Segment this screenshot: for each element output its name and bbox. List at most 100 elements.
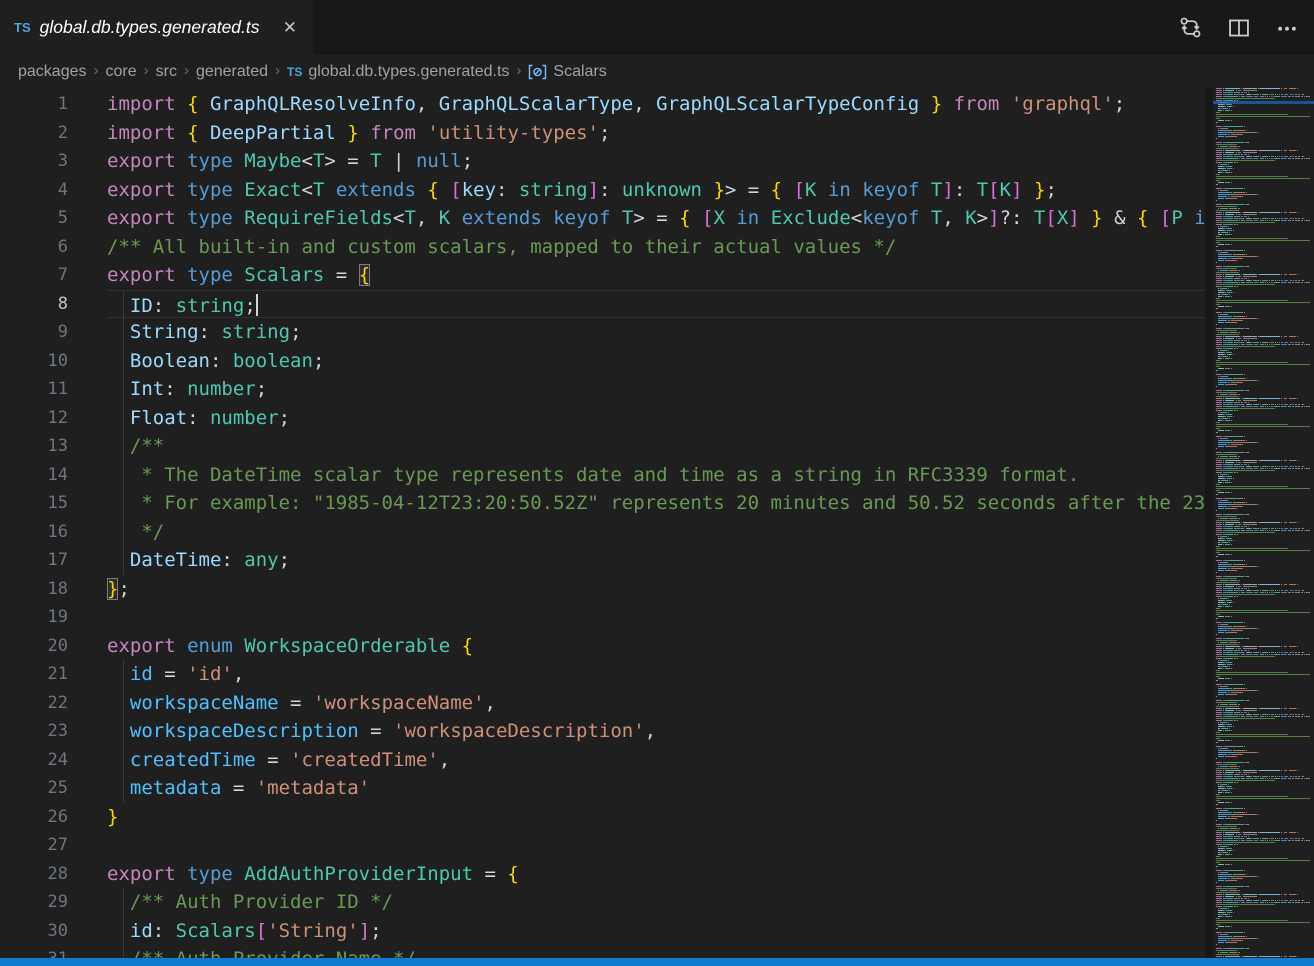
line-number[interactable]: 14 <box>0 461 68 490</box>
line-number[interactable]: 3 <box>0 147 68 176</box>
code-token <box>702 179 713 201</box>
code-token: type <box>187 150 244 172</box>
code-line[interactable] <box>107 603 1205 632</box>
code-line[interactable]: export type Exact<T extends { [key: stri… <box>107 176 1205 205</box>
code-line[interactable]: id = 'id', <box>107 660 1205 689</box>
line-number[interactable]: 2 <box>0 119 68 148</box>
scrollbar-track[interactable] <box>1205 88 1213 958</box>
line-number[interactable]: 7 <box>0 261 68 290</box>
minimap-line <box>1256 462 1257 463</box>
code-line[interactable]: Boolean: boolean; <box>107 347 1205 376</box>
code-line[interactable]: import { DeepPartial } from 'utility-typ… <box>107 119 1205 148</box>
code-line[interactable] <box>107 831 1205 860</box>
open-changes-icon[interactable] <box>1179 16 1202 39</box>
line-number[interactable]: 26 <box>0 803 68 832</box>
minimap-line <box>1228 694 1237 695</box>
code-token: ID <box>130 295 153 317</box>
line-number[interactable]: 9 <box>0 318 68 347</box>
minimap-line <box>1296 220 1299 221</box>
code-line[interactable]: import { GraphQLResolveInfo, GraphQLScal… <box>107 90 1205 119</box>
line-number[interactable]: 20 <box>0 632 68 661</box>
line-number[interactable]: 18 <box>0 575 68 604</box>
minimap[interactable] <box>1213 88 1314 958</box>
line-number[interactable]: 1 <box>0 90 68 119</box>
minimap-line <box>1296 282 1299 283</box>
minimap-line <box>1244 188 1245 189</box>
line-number[interactable]: 11 <box>0 375 68 404</box>
split-editor-icon[interactable] <box>1228 17 1250 39</box>
close-tab-icon[interactable]: ✕ <box>279 17 301 38</box>
line-number[interactable]: 19 <box>0 603 68 632</box>
code-token: K <box>439 207 450 229</box>
minimap-line <box>1228 446 1237 447</box>
tab-global-db-types[interactable]: TS global.db.types.generated.ts ✕ <box>0 0 313 55</box>
line-number[interactable]: 24 <box>0 746 68 775</box>
breadcrumb-item-scalars[interactable]: Scalars <box>528 63 606 81</box>
breadcrumb-label: Scalars <box>553 63 606 81</box>
line-number[interactable]: 22 <box>0 689 68 718</box>
code-line[interactable]: export type AddAuthProviderInput = { <box>107 860 1205 889</box>
line-number[interactable]: 6 <box>0 233 68 262</box>
code-line[interactable]: export type Maybe<T> = T | null; <box>107 147 1205 176</box>
code-line[interactable]: } <box>107 803 1205 832</box>
code-line[interactable]: * The DateTime scalar type represents da… <box>107 461 1205 490</box>
line-number[interactable]: 12 <box>0 404 68 433</box>
line-number[interactable]: 4 <box>0 176 68 205</box>
line-number[interactable]: 17 <box>0 546 68 575</box>
code-line[interactable]: export type Scalars = { <box>107 261 1205 290</box>
line-number[interactable]: 13 <box>0 432 68 461</box>
code-line[interactable]: id: Scalars['String']; <box>107 917 1205 946</box>
code-area[interactable]: import { GraphQLResolveInfo, GraphQLScal… <box>107 88 1205 966</box>
line-number[interactable]: 28 <box>0 860 68 889</box>
code-line[interactable]: /** All built-in and custom scalars, map… <box>107 233 1205 262</box>
code-line[interactable]: ID: string; <box>107 290 1205 319</box>
line-number[interactable]: 21 <box>0 660 68 689</box>
line-number[interactable]: 30 <box>0 917 68 946</box>
editor-gutter[interactable]: 1234567891011121314151617181920212223242… <box>0 88 90 966</box>
minimap-line <box>1216 860 1310 861</box>
line-number[interactable]: 16 <box>0 518 68 547</box>
code-line[interactable]: export enum WorkspaceOrderable { <box>107 632 1205 661</box>
code-line[interactable]: /** Auth Provider ID */ <box>107 888 1205 917</box>
breadcrumb-item-core[interactable]: core <box>106 63 137 81</box>
line-number[interactable]: 23 <box>0 717 68 746</box>
line-number[interactable]: 10 <box>0 347 68 376</box>
code-line[interactable]: /** <box>107 432 1205 461</box>
code-line[interactable]: * For example: "1985-04-12T23:20:50.52Z"… <box>107 489 1205 518</box>
line-number[interactable]: 15 <box>0 489 68 518</box>
code-token: from <box>954 93 1000 115</box>
code-line[interactable]: */ <box>107 518 1205 547</box>
code-line[interactable]: Float: number; <box>107 404 1205 433</box>
breadcrumb-item-generated[interactable]: generated <box>196 63 268 81</box>
line-number[interactable]: 8 <box>0 290 68 319</box>
minimap-line <box>1244 250 1245 251</box>
code-line[interactable]: workspaceDescription = 'workspaceDescrip… <box>107 717 1205 746</box>
breadcrumb-item-packages[interactable]: packages <box>18 63 87 81</box>
minimap-line <box>1228 570 1237 571</box>
code-token: number <box>210 407 279 429</box>
breadcrumb-item-global-db-types-generated-ts[interactable]: TSglobal.db.types.generated.ts <box>287 63 509 81</box>
code-line[interactable]: export type RequireFields<T, K extends k… <box>107 204 1205 233</box>
minimap-line <box>1284 646 1287 647</box>
minimap-line <box>1304 158 1305 159</box>
line-number[interactable]: 29 <box>0 888 68 917</box>
line-number[interactable]: 27 <box>0 831 68 860</box>
code-line[interactable]: }; <box>107 575 1205 604</box>
minimap-line <box>1228 384 1237 385</box>
code-token: import <box>107 122 187 144</box>
code-line[interactable]: DateTime: any; <box>107 546 1205 575</box>
code-line[interactable]: Int: number; <box>107 375 1205 404</box>
code-token: { <box>187 93 198 115</box>
breadcrumb-item-src[interactable]: src <box>156 63 177 81</box>
code-line[interactable]: createdTime = 'createdTime', <box>107 746 1205 775</box>
line-number[interactable]: 5 <box>0 204 68 233</box>
code-token: id <box>130 663 153 685</box>
minimap-line <box>1231 234 1232 235</box>
code-token: keyof <box>553 207 610 229</box>
code-line[interactable]: metadata = 'metadata' <box>107 774 1205 803</box>
more-actions-icon[interactable] <box>1276 17 1298 39</box>
code-line[interactable]: String: string; <box>107 318 1205 347</box>
minimap-line <box>1284 460 1287 461</box>
code-line[interactable]: workspaceName = 'workspaceName', <box>107 689 1205 718</box>
line-number[interactable]: 25 <box>0 774 68 803</box>
